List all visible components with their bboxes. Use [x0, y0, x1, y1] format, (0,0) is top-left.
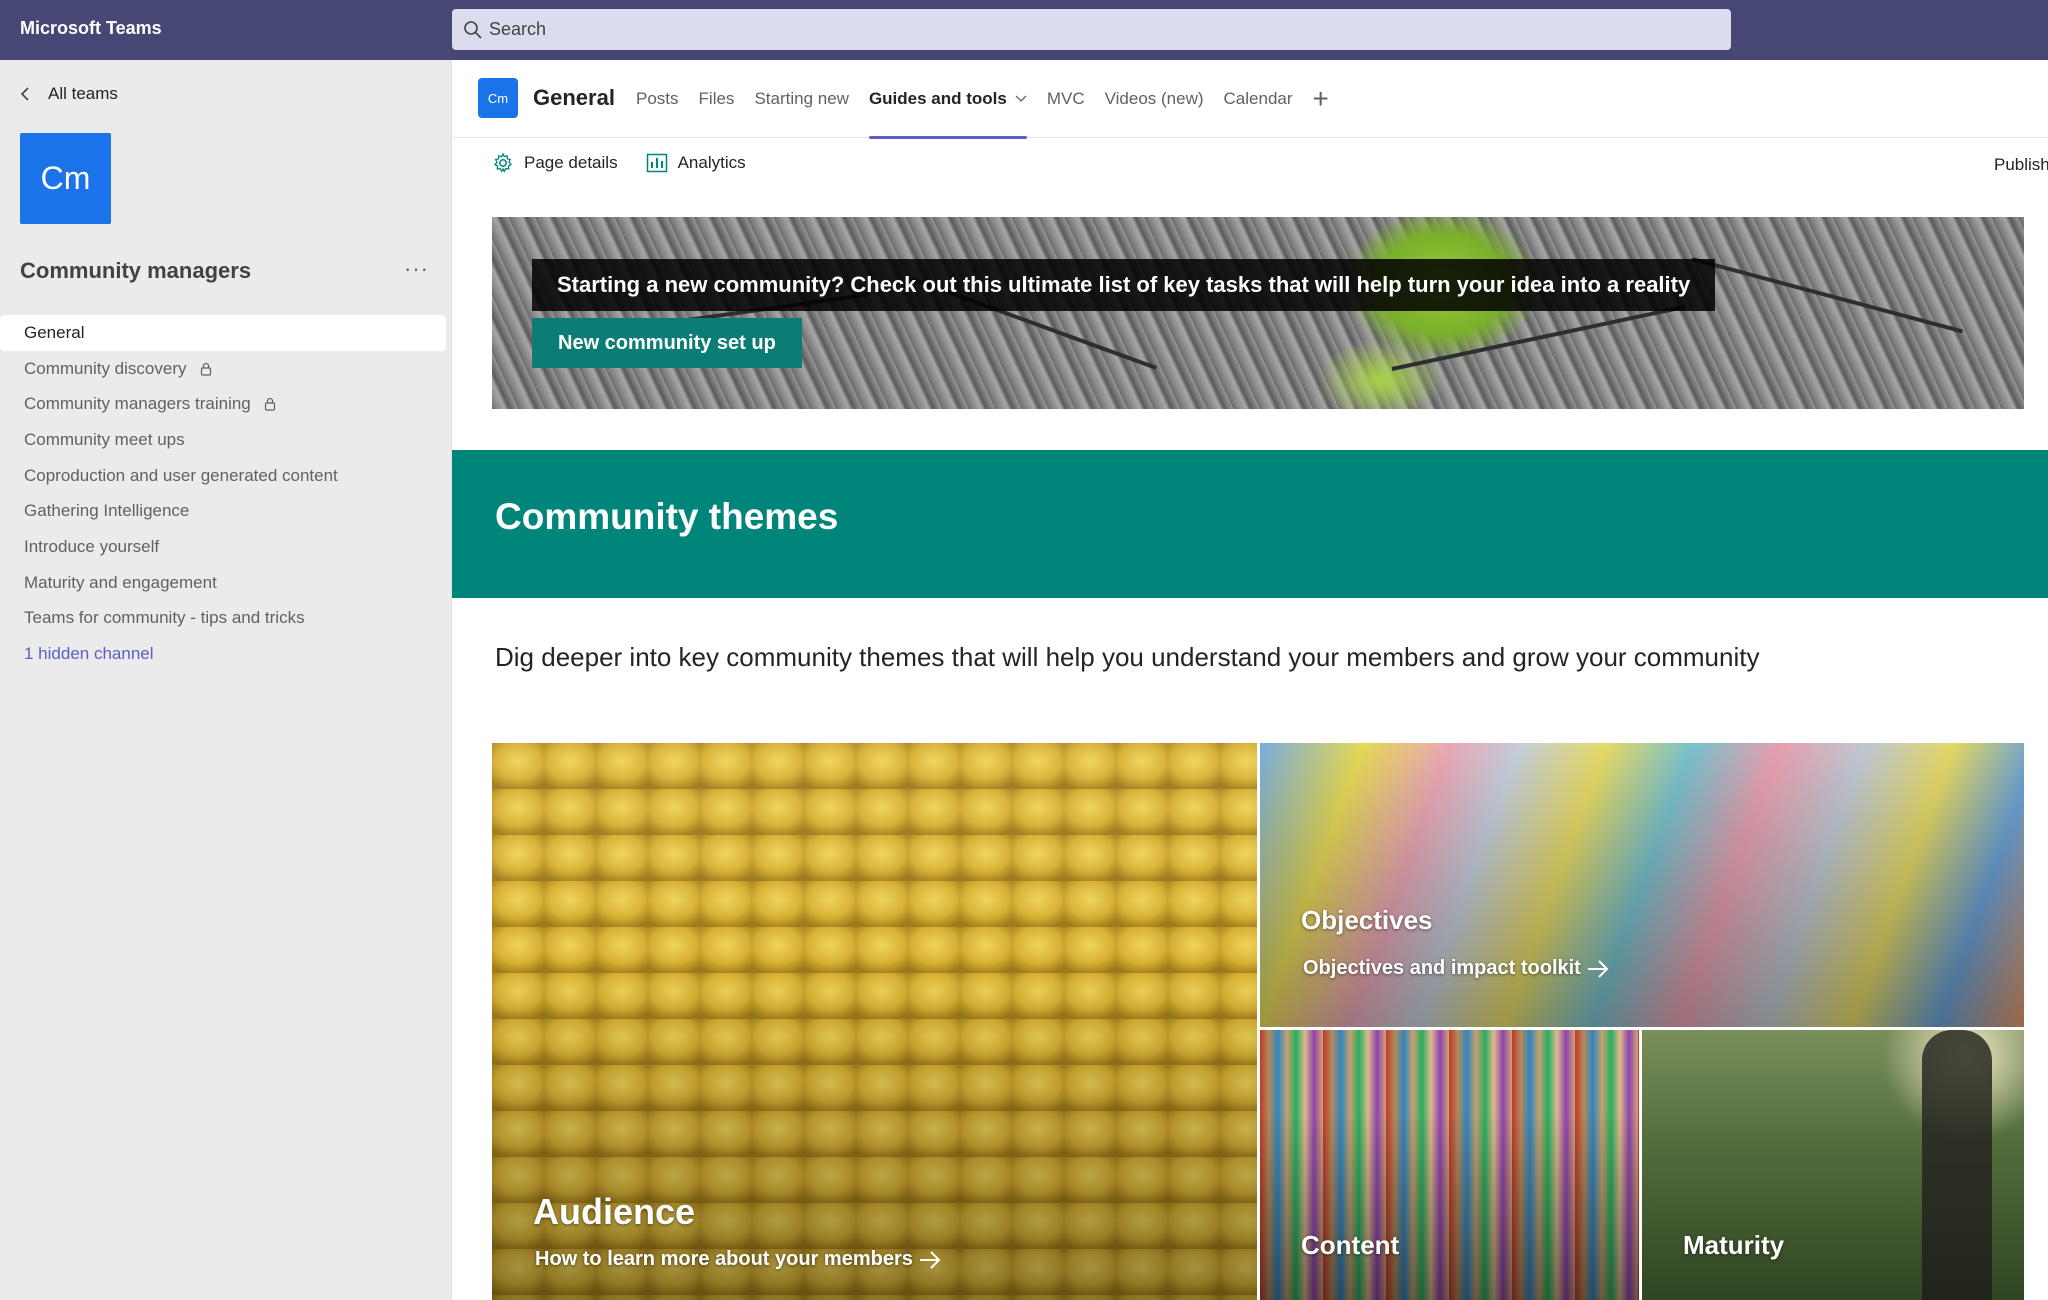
- channel-item-introduce-yourself[interactable]: Introduce yourself: [0, 529, 446, 565]
- tab-label: Posts: [636, 89, 679, 108]
- channel-label: Community discovery: [24, 358, 187, 378]
- channel-label: Introduce yourself: [24, 536, 160, 556]
- chevron-left-icon: [20, 87, 29, 101]
- objectives-link-label: Objectives and impact toolkit: [1303, 957, 1581, 979]
- tab-label: Starting new: [754, 89, 849, 108]
- top-bar: Microsoft Teams: [0, 0, 2048, 60]
- banner-crack: [1391, 304, 1686, 371]
- channel-label: Teams for community - tips and tricks: [24, 608, 305, 628]
- audience-link-label: How to learn more about your members: [535, 1248, 913, 1270]
- all-teams-label: All teams: [48, 84, 118, 103]
- maturity-tile[interactable]: Maturity: [1642, 1030, 2024, 1300]
- arrow-right-icon: [919, 1250, 941, 1269]
- app-title: Microsoft Teams: [20, 18, 162, 38]
- more-options-icon[interactable]: ···: [404, 256, 429, 282]
- channel-item-community-meet-ups[interactable]: Community meet ups: [0, 422, 446, 458]
- objectives-link[interactable]: Objectives and impact toolkit: [1303, 957, 1609, 980]
- channel-label: General: [24, 322, 85, 342]
- all-teams-link[interactable]: All teams: [20, 84, 118, 104]
- banner-crack: [1691, 257, 1963, 334]
- tab-guides-and-tools[interactable]: Guides and tools: [868, 60, 1027, 139]
- lock-icon: [200, 362, 211, 376]
- content-tile[interactable]: Content: [1260, 1030, 1639, 1300]
- analytics-label: Analytics: [677, 153, 746, 172]
- gear-icon: [493, 152, 513, 173]
- channel-avatar: Cm: [478, 78, 518, 118]
- page-details-button[interactable]: Page details: [492, 152, 618, 174]
- tab-files[interactable]: Files: [699, 60, 735, 138]
- channel-item-coproduction[interactable]: Coproduction and user generated content: [0, 458, 446, 494]
- arrow-right-icon: [1587, 959, 1609, 978]
- channel-label: Community managers training: [24, 394, 251, 414]
- tab-posts[interactable]: Posts: [636, 60, 679, 138]
- publish-button[interactable]: Publish: [1994, 155, 2048, 175]
- channel-label: Maturity and engagement: [24, 572, 217, 592]
- objectives-tile[interactable]: Objectives Objectives and impact toolkit: [1260, 743, 2024, 1027]
- channel-header: Cm General Posts Files Starting new Guid…: [452, 60, 2048, 139]
- channel-item-maturity-and-engagement[interactable]: Maturity and engagement: [0, 565, 446, 601]
- page-actions: Page details Analytics: [492, 152, 746, 174]
- channel-item-community-discovery[interactable]: Community discovery: [0, 351, 446, 387]
- tab-label: Files: [698, 89, 735, 108]
- audience-link[interactable]: How to learn more about your members: [535, 1248, 941, 1271]
- team-name: Community managers: [20, 258, 252, 283]
- team-avatar: Cm: [20, 133, 111, 224]
- tab-calendar[interactable]: Calendar: [1224, 60, 1293, 138]
- themes-title: Community themes: [495, 496, 839, 537]
- objectives-title: Objectives: [1301, 905, 1433, 935]
- channel-item-general[interactable]: General: [0, 315, 446, 351]
- main-content: Cm General Posts Files Starting new Guid…: [452, 60, 2048, 1300]
- sidebar: All teams Cm Community managers ··· Gene…: [0, 60, 452, 1300]
- tab-label: Calendar: [1223, 89, 1293, 108]
- tab-starting-new[interactable]: Starting new: [754, 60, 849, 138]
- tab-mvc[interactable]: MVC: [1047, 60, 1085, 138]
- channel-label: 1 hidden channel: [24, 644, 154, 664]
- audience-tile[interactable]: Audience How to learn more about your me…: [492, 743, 1257, 1300]
- banner-headline: Starting a new community? Check out this…: [532, 259, 1716, 311]
- maturity-title: Maturity: [1683, 1230, 1785, 1260]
- hidden-channels-link[interactable]: 1 hidden channel: [0, 636, 446, 672]
- analytics-icon: [646, 153, 667, 173]
- tile-figure: [1922, 1030, 1992, 1300]
- channel-label: Coproduction and user generated content: [24, 465, 338, 485]
- channel-title: General: [533, 85, 615, 110]
- channel-label: Gathering Intelligence: [24, 501, 190, 521]
- channel-item-community-managers-training[interactable]: Community managers training: [0, 386, 446, 422]
- hero-banner: Starting a new community? Check out this…: [492, 217, 2024, 409]
- themes-subtitle: Dig deeper into key community themes tha…: [495, 642, 1760, 672]
- tab-label: MVC: [1046, 89, 1085, 108]
- themes-header: Community themes: [452, 450, 2048, 598]
- tab-label: Guides and tools: [868, 89, 1007, 108]
- tab-label: Videos (new): [1104, 89, 1204, 108]
- channel-item-teams-for-community[interactable]: Teams for community - tips and tricks: [0, 601, 446, 637]
- channel-item-gathering-intelligence[interactable]: Gathering Intelligence: [0, 493, 446, 529]
- lock-icon: [264, 398, 275, 411]
- search-icon: [464, 21, 482, 39]
- page-details-label: Page details: [524, 153, 618, 172]
- add-tab-icon[interactable]: +: [1313, 83, 1329, 115]
- search-box[interactable]: [452, 9, 1731, 50]
- content-title: Content: [1301, 1230, 1400, 1260]
- tab-videos-new[interactable]: Videos (new): [1105, 60, 1204, 138]
- new-community-button[interactable]: New community set up: [532, 318, 802, 368]
- search-input[interactable]: [489, 9, 1709, 50]
- analytics-button[interactable]: Analytics: [646, 152, 746, 174]
- channel-list: General Community discovery Community ma…: [0, 315, 446, 672]
- chevron-down-icon: [1015, 95, 1027, 102]
- channel-label: Community meet ups: [24, 429, 185, 449]
- audience-title: Audience: [533, 1191, 696, 1232]
- tab-bar: Posts Files Starting new Guides and tool…: [636, 60, 1329, 139]
